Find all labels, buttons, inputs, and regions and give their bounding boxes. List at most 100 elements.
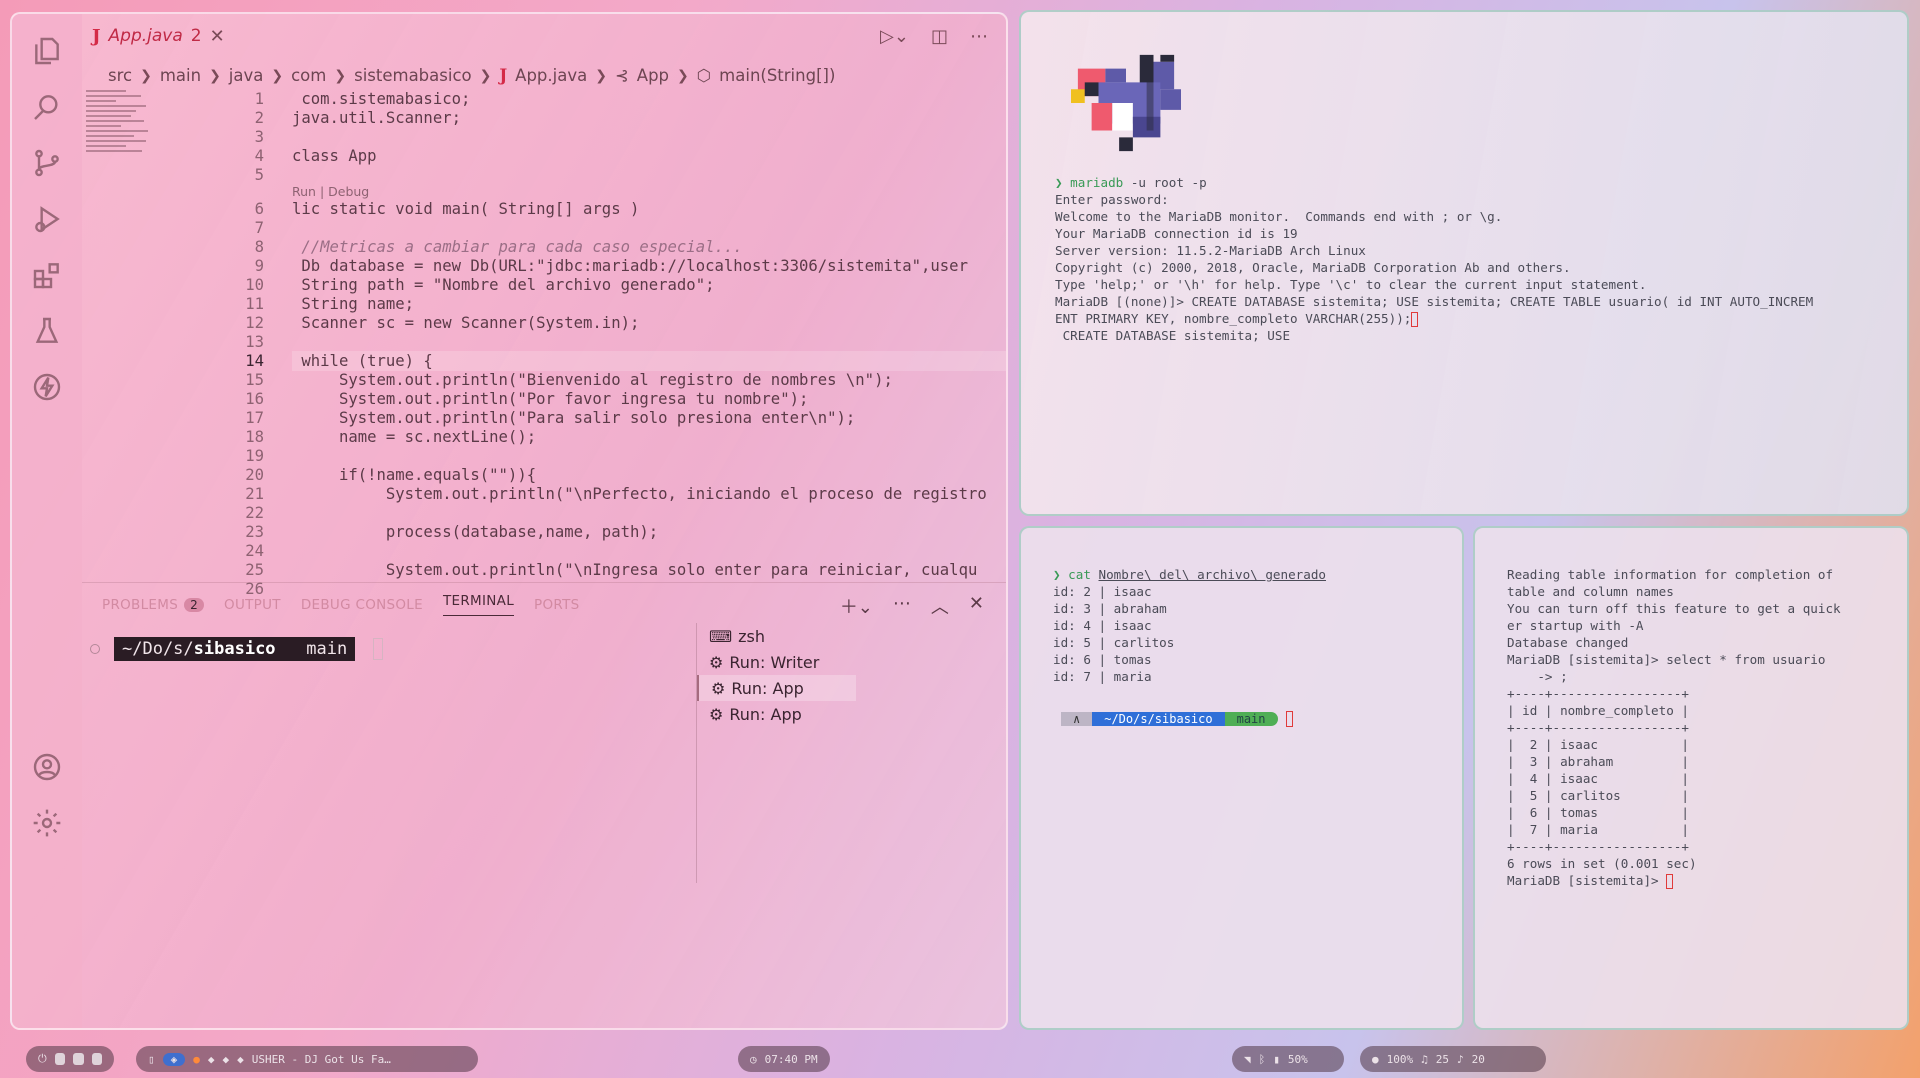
tab-app-java[interactable]: J App.java 2 ✕ xyxy=(92,22,225,50)
close-icon[interactable]: ✕ xyxy=(210,26,225,47)
terminal-item-zsh[interactable]: ⌨ zsh xyxy=(697,623,856,649)
tab-problems[interactable]: PROBLEMS 2 xyxy=(102,596,205,613)
debug-icon: ⚙ xyxy=(709,652,724,672)
breadcrumb-item[interactable]: sistemabasico xyxy=(354,66,472,85)
status-tray[interactable]: ◥ ᛒ ▮ 50% xyxy=(1232,1046,1344,1072)
line-number: 15 xyxy=(245,371,264,389)
line-number: 13 xyxy=(245,333,264,351)
terminal-window-mariadb[interactable]: ❯ mariadb -u root -p Enter password: Welc… xyxy=(1019,10,1909,516)
chevron-right-icon: ❯ xyxy=(334,67,347,84)
prompt-segment: ~/Do/s/sibasico main xyxy=(114,637,356,661)
code-line: name = sc.nextLine(); xyxy=(292,428,537,446)
chevron-right-icon: ❯ xyxy=(271,67,284,84)
file-icon[interactable]: ▯ xyxy=(148,1053,155,1066)
code-line: System.out.println("Bienvenido al regist… xyxy=(292,371,893,389)
tab-label: App.java xyxy=(108,26,183,46)
terminal-item-run-app[interactable]: ⚙ Run: App xyxy=(697,701,856,727)
tab-output[interactable]: OUTPUT xyxy=(224,597,281,613)
command-arg: Nombre\ del\ archivo\ generado xyxy=(1098,567,1326,582)
terminal-line: ENT PRIMARY KEY, nombre_completo VARCHAR… xyxy=(1055,310,1813,327)
terminal-item-run-app[interactable]: ⚙ Run: App xyxy=(697,675,856,701)
terminal-line: id: 7 | maria xyxy=(1053,669,1152,684)
new-terminal-icon[interactable]: ＋⌄ xyxy=(840,593,873,619)
terminal-line: id: 6 | tomas xyxy=(1053,652,1152,667)
breadcrumb-item[interactable]: com xyxy=(291,66,326,85)
terminal-item-run-writer[interactable]: ⚙ Run: Writer xyxy=(697,649,856,675)
game-icon[interactable]: ◆ xyxy=(223,1053,230,1066)
tab-terminal[interactable]: TERMINAL xyxy=(442,593,515,616)
prompt-path: ~/Do/s/sibasico xyxy=(1092,712,1225,726)
line-number: 10 xyxy=(245,276,264,294)
system-buttons[interactable]: ⏻ xyxy=(26,1046,114,1072)
terminal-window-cat[interactable]: ❯ cat Nombre\ del\ archivo\ generado id:… xyxy=(1019,526,1464,1030)
tab-debug-console[interactable]: DEBUG CONSOLE xyxy=(301,597,423,613)
class-icon: ⊰ xyxy=(614,66,629,85)
app-tray: ▯ ◈ ● ◆ ◆ ◆ USHER - DJ Got Us Fa… xyxy=(136,1046,478,1072)
explorer-icon[interactable] xyxy=(30,34,64,68)
problems-badge: 2 xyxy=(184,597,205,612)
search-icon[interactable] xyxy=(30,90,64,124)
more-icon[interactable]: ⋯ xyxy=(970,26,988,47)
line-number: 14 xyxy=(245,352,264,370)
tab-label: PROBLEMS xyxy=(102,596,179,613)
line-number: 24 xyxy=(245,542,264,560)
terminal-line: MariaDB [sistemita]> select * from usuar… xyxy=(1507,652,1826,667)
lightning-icon[interactable] xyxy=(30,370,64,404)
debug-icon: ⚙ xyxy=(711,678,726,698)
testing-icon[interactable] xyxy=(30,314,64,348)
line-number: 18 xyxy=(245,428,264,446)
run-icon[interactable]: ▷⌄ xyxy=(880,26,909,47)
breadcrumb-item[interactable]: src xyxy=(108,66,132,85)
maximize-panel-icon[interactable]: ︿ xyxy=(931,593,949,619)
firefox-icon[interactable]: ● xyxy=(193,1053,200,1066)
line-number: 7 xyxy=(254,219,264,237)
terminal-line: Type 'help;' or '\h' for help. Type '\c'… xyxy=(1055,277,1647,292)
brightness-text: 100% xyxy=(1386,1052,1414,1066)
extensions-icon[interactable] xyxy=(30,258,64,292)
code-line: if(!name.equals("")){ xyxy=(292,466,537,484)
terminal-output: Enter password: Welcome to the MariaDB mo… xyxy=(1055,191,1813,344)
breadcrumb-item[interactable]: main(String[]) xyxy=(719,66,835,85)
terminal-line: MariaDB [(none)]> CREATE DATABASE sistem… xyxy=(1055,294,1814,309)
minimap[interactable] xyxy=(86,90,150,160)
game-icon[interactable]: ◆ xyxy=(237,1053,244,1066)
terminal-cursor xyxy=(1411,312,1419,327)
terminal-prompt[interactable]: ~/Do/s/sibasico main xyxy=(90,637,384,661)
clock-text: 07:40 PM xyxy=(764,1052,818,1066)
brightness-icon: ● xyxy=(1372,1052,1379,1066)
more-icon[interactable]: ⋯ xyxy=(893,593,911,619)
line-number: 16 xyxy=(245,390,264,408)
terminal-text: MariaDB [sistemita]> xyxy=(1507,873,1667,888)
line-number: 20 xyxy=(245,466,264,484)
gear-icon[interactable] xyxy=(30,806,64,840)
terminal-line: +----+-----------------+ xyxy=(1507,686,1689,701)
terminal-line: Reading table information for completion… xyxy=(1507,567,1834,582)
breadcrumb-item[interactable]: App xyxy=(637,66,669,85)
code-line: Scanner sc = new Scanner(System.in); xyxy=(292,314,640,332)
breadcrumb-item[interactable]: java xyxy=(229,66,264,85)
wifi-icon: ◥ xyxy=(1244,1052,1251,1066)
terminal-line: id: 3 | abraham xyxy=(1053,601,1167,616)
account-icon[interactable] xyxy=(30,750,64,784)
power-icon: ⏻ xyxy=(38,1052,47,1065)
media-title[interactable]: USHER - DJ Got Us Fa… xyxy=(252,1053,391,1066)
split-editor-icon[interactable]: ◫ xyxy=(931,26,948,47)
bell-icon: ♪ xyxy=(1457,1052,1464,1066)
codelens-run-debug[interactable]: Run | Debug xyxy=(292,184,369,199)
audio-text: 25 xyxy=(1435,1052,1449,1066)
close-icon[interactable]: ✕ xyxy=(969,593,984,619)
breadcrumb-item[interactable]: main xyxy=(160,66,201,85)
source-control-icon[interactable] xyxy=(30,146,64,180)
method-icon: ⬡ xyxy=(696,66,712,85)
terminal-window-mariadb-query[interactable]: Reading table information for completion… xyxy=(1473,526,1909,1030)
breadcrumb-item[interactable]: App.java xyxy=(515,66,587,85)
tab-ports[interactable]: PORTS xyxy=(534,597,579,613)
prompt-branch: main xyxy=(306,639,348,659)
game-icon[interactable]: ◆ xyxy=(208,1053,215,1066)
chevron-right-icon: ❯ xyxy=(209,67,221,84)
chevron-right-icon: ❯ xyxy=(479,67,492,84)
status-tray-right[interactable]: ● 100% ♫ 25 ♪ 20 xyxy=(1360,1046,1546,1072)
activity-bar xyxy=(12,14,82,1028)
vscode-icon[interactable]: ◈ xyxy=(162,1052,186,1066)
run-debug-icon[interactable] xyxy=(30,202,64,236)
